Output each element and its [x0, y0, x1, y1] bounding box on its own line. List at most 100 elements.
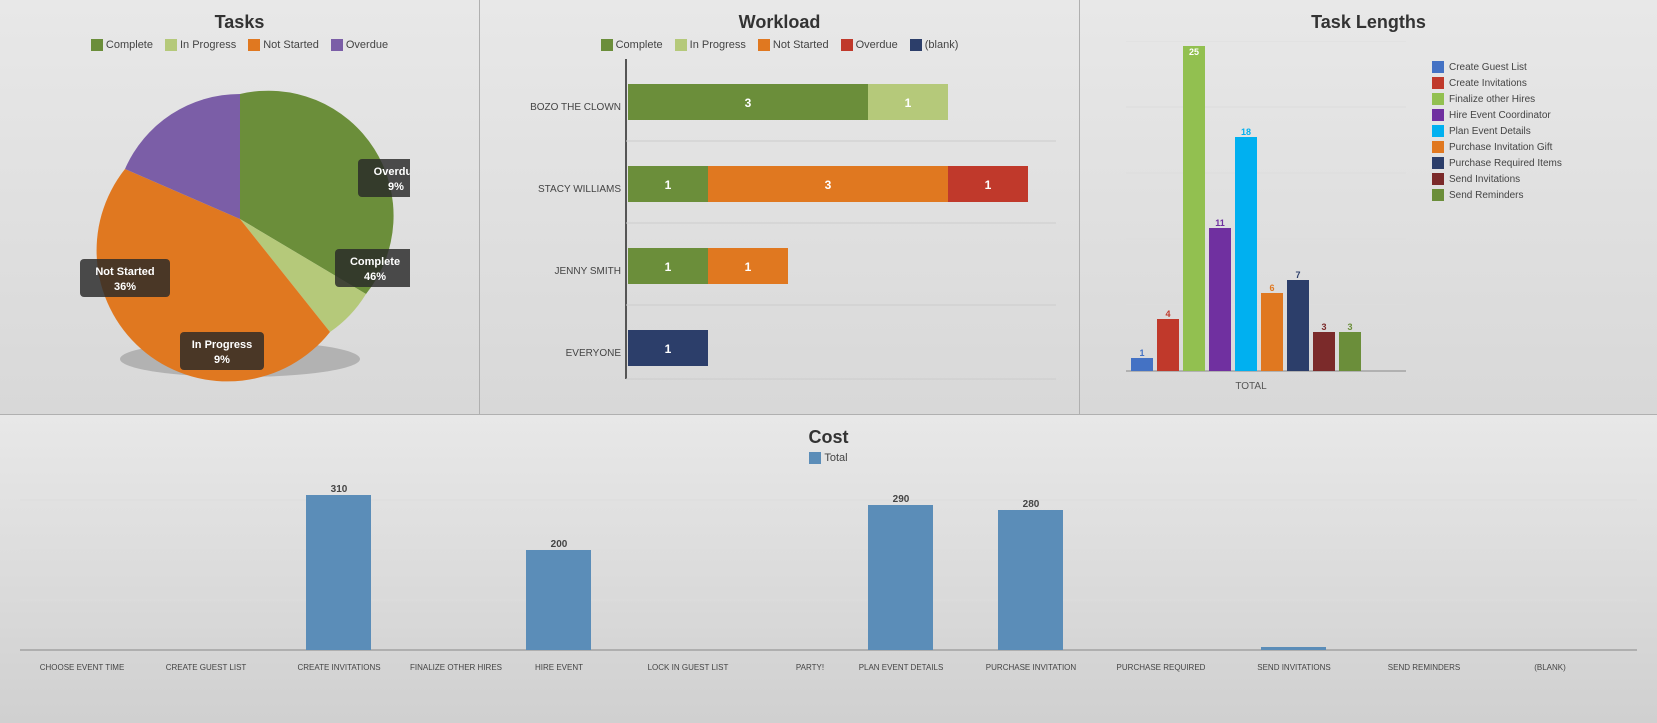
- cost-lc-total: [809, 452, 821, 464]
- tasks-legend: Complete In Progress Not Started Overdue: [16, 39, 463, 51]
- wl-ll-blank: (blank): [925, 39, 959, 51]
- cost-val-4: 200: [551, 539, 568, 550]
- wl-lc-complete: [601, 39, 613, 51]
- cost-xlabel-9: PURCHASE REQUIRED: [1117, 663, 1206, 672]
- wl-val-2-0: 1: [665, 260, 672, 274]
- tl-lc-5: [1432, 141, 1444, 153]
- cost-xlabel-10: SEND INVITATIONS: [1257, 663, 1331, 672]
- cost-bar-4: [526, 550, 591, 650]
- workload-title: Workload: [496, 12, 1063, 33]
- workload-chart-svg: BOZO THE CLOWN 3 1 STACY WILLIAMS 1 3 1 …: [496, 59, 1066, 399]
- cost-xlabel-1: CREATE GUEST LIST: [166, 663, 247, 672]
- cost-xlabel-5: LOCK IN GUEST LIST: [648, 663, 729, 672]
- legend-label-complete: Complete: [106, 39, 153, 51]
- wl-val-1-2: 1: [985, 178, 992, 192]
- label-complete-text: Complete: [349, 256, 399, 268]
- pie-container: Overdue 9% Complete 46% Not Started 36% …: [16, 59, 463, 389]
- tl-ll-3: Hire Event Coordinator: [1449, 110, 1551, 121]
- wl-ll-complete: Complete: [616, 39, 663, 51]
- tasks-panel: Tasks Complete In Progress Not Started O…: [0, 0, 480, 414]
- tl-legend-1: Create Invitations: [1432, 77, 1592, 89]
- cost-val-2: 310: [331, 484, 348, 495]
- tl-lc-3: [1432, 109, 1444, 121]
- wl-legend-overdue: Overdue: [841, 39, 898, 51]
- tl-val-6: 7: [1295, 270, 1300, 280]
- wl-lc-overdue: [841, 39, 853, 51]
- cost-bar-2: [306, 495, 371, 650]
- wl-val-1-0: 1: [665, 178, 672, 192]
- legend-overdue: Overdue: [331, 39, 388, 51]
- tl-lc-8: [1432, 189, 1444, 201]
- cost-bar-10: [1261, 647, 1326, 650]
- tl-x-label: TOTAL: [1235, 381, 1267, 392]
- tl-bar-5: [1261, 293, 1283, 371]
- tl-lc-0: [1432, 61, 1444, 73]
- wl-ll-overdue: Overdue: [856, 39, 898, 51]
- cost-title: Cost: [20, 427, 1637, 448]
- workload-legend: Complete In Progress Not Started Overdue…: [496, 39, 1063, 51]
- legend-label-notstarted: Not Started: [263, 39, 319, 51]
- tl-lc-4: [1432, 125, 1444, 137]
- tasks-title: Tasks: [16, 12, 463, 33]
- cost-xlabel-3: FINALIZE OTHER HIRES: [410, 663, 502, 672]
- tl-bar-7: [1313, 332, 1335, 371]
- wl-row-label-1: STACY WILLIAMS: [538, 184, 621, 195]
- tl-bar-2: [1183, 46, 1205, 371]
- tl-lc-1: [1432, 77, 1444, 89]
- tl-ll-0: Create Guest List: [1449, 62, 1527, 73]
- cost-xlabel-12: (BLANK): [1534, 663, 1566, 672]
- legend-label-inprogress: In Progress: [180, 39, 236, 51]
- legend-color-complete: [91, 39, 103, 51]
- tl-ll-2: Finalize other Hires: [1449, 94, 1535, 105]
- tl-lc-6: [1432, 157, 1444, 169]
- tl-legend-5: Purchase Invitation Gift: [1432, 141, 1592, 153]
- tl-val-1: 4: [1165, 309, 1170, 319]
- wl-val-1-1: 3: [825, 178, 832, 192]
- tl-legend-4: Plan Event Details: [1432, 125, 1592, 137]
- workload-panel: Workload Complete In Progress Not Starte…: [480, 0, 1080, 414]
- dashboard: Tasks Complete In Progress Not Started O…: [0, 0, 1657, 723]
- wl-val-0-0: 3: [745, 96, 752, 110]
- tl-ll-5: Purchase Invitation Gift: [1449, 142, 1552, 153]
- cost-ll-total: Total: [824, 452, 847, 464]
- cost-val-7: 290: [893, 494, 910, 505]
- wl-lc-notstarted: [758, 39, 770, 51]
- tl-bar-0: [1131, 358, 1153, 371]
- tasklengths-legend: Create Guest List Create Invitations Fin…: [1432, 41, 1592, 411]
- wl-legend-complete: Complete: [601, 39, 663, 51]
- label-notstarted-pct: 36%: [113, 281, 135, 293]
- tl-lc-2: [1432, 93, 1444, 105]
- cost-bar-8: [998, 510, 1063, 650]
- cost-bar-7: [868, 505, 933, 650]
- tl-bar-1: [1157, 319, 1179, 371]
- tl-legend-3: Hire Event Coordinator: [1432, 109, 1592, 121]
- legend-color-overdue: [331, 39, 343, 51]
- tl-legend-0: Create Guest List: [1432, 61, 1592, 73]
- wl-val-2-1: 1: [745, 260, 752, 274]
- cost-val-8: 280: [1023, 499, 1040, 510]
- wl-row-label-2: JENNY SMITH: [555, 266, 622, 277]
- tl-val-4: 18: [1241, 127, 1251, 137]
- label-inprogress-pct: 9%: [214, 354, 230, 366]
- tasklengths-chart-svg: 1 4 25 11 18 6: [1096, 41, 1416, 411]
- tasklengths-panel: Task Lengths 1 4: [1080, 0, 1657, 414]
- tl-val-2: 25: [1189, 47, 1199, 57]
- cost-xlabel-7: PLAN EVENT DETAILS: [859, 663, 944, 672]
- tl-bar-4: [1235, 137, 1257, 371]
- cost-legend: Total: [20, 452, 1637, 464]
- tl-val-0: 1: [1139, 348, 1144, 358]
- legend-color-inprogress: [165, 39, 177, 51]
- tl-legend-6: Purchase Required Items: [1432, 157, 1592, 169]
- wl-lc-blank: [910, 39, 922, 51]
- tl-bar-3: [1209, 228, 1231, 371]
- wl-row-label-0: BOZO THE CLOWN: [530, 102, 621, 113]
- cost-xlabel-0: CHOOSE EVENT TIME: [40, 663, 125, 672]
- tl-ll-7: Send Invitations: [1449, 174, 1520, 185]
- wl-legend-blank: (blank): [910, 39, 959, 51]
- cost-chart-svg: CHOOSE EVENT TIME CREATE GUEST LIST 310 …: [20, 470, 1637, 700]
- tl-val-8: 3: [1347, 322, 1352, 332]
- cost-legend-total: Total: [809, 452, 847, 464]
- tl-legend-2: Finalize other Hires: [1432, 93, 1592, 105]
- pie-chart: Overdue 9% Complete 46% Not Started 36% …: [70, 59, 410, 389]
- cost-xlabel-6: PARTY!: [796, 663, 824, 672]
